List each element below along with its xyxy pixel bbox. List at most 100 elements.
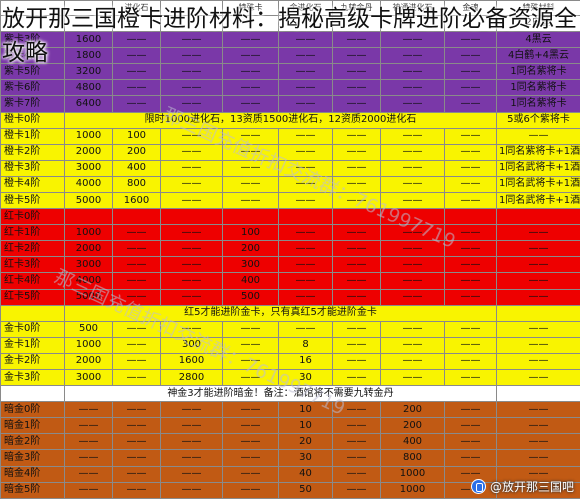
table-cell: ——: [112, 481, 161, 499]
table-cell: ——: [332, 352, 381, 371]
table-cell: ——: [278, 256, 333, 274]
special-material-cell: [496, 304, 580, 322]
table-cell: [160, 208, 223, 226]
table-cell: ——: [444, 127, 497, 145]
table-cell: ——: [332, 336, 381, 354]
tieba-icon: [470, 479, 486, 494]
table-cell: 3000: [64, 159, 113, 177]
table-cell: ——: [64, 417, 113, 435]
table-cell: ——: [380, 256, 445, 274]
table-cell: 200: [380, 417, 445, 435]
note-cell: 限时1000进化石，13资质1500进化石，12资质2000进化石: [64, 111, 497, 129]
table-cell: ——: [444, 272, 497, 290]
row-label-cell: 橙卡2阶: [0, 143, 65, 161]
table-cell: 1000: [64, 127, 113, 145]
table-cell: ——: [222, 320, 279, 338]
table-cell: ——: [112, 272, 161, 290]
table-cell: ——: [332, 191, 381, 210]
table-cell: 1同名紫将卡: [496, 95, 580, 113]
table-cell: 3000: [64, 368, 113, 387]
table-row: 红卡2阶 2000 —— —— 200 —— —— —— —— ——: [0, 240, 580, 258]
row-label-cell: 暗金2阶: [0, 433, 65, 451]
table-row: 暗金0阶 —— —— —— —— 10 —— 200 —— ——: [0, 401, 580, 419]
table-cell: 400: [222, 272, 279, 290]
table-cell: ——: [332, 256, 381, 274]
table-cell: ——: [112, 256, 161, 274]
table-cell: 8: [278, 336, 333, 354]
table-cell: 800: [380, 449, 445, 467]
table-cell: ——: [160, 288, 223, 306]
table-cell: 1000: [64, 224, 113, 242]
table-cell: ——: [444, 352, 497, 371]
table-cell: 3000: [64, 256, 113, 274]
table-cell: ——: [278, 191, 333, 210]
table-cell: ——: [112, 288, 161, 306]
table-cell: ——: [160, 320, 223, 338]
table-cell: ——: [444, 288, 497, 306]
table-cell: ——: [64, 401, 113, 419]
table-cell: ——: [112, 417, 161, 435]
table-cell: ——: [496, 320, 580, 338]
table-cell: ——: [222, 95, 279, 113]
table-cell: ——: [112, 352, 161, 371]
table-cell: ——: [380, 336, 445, 354]
table-cell: ——: [496, 433, 580, 451]
row-label-cell: 红卡1阶: [0, 224, 65, 242]
table-cell: ——: [222, 481, 279, 499]
note-cell: 红5才能进阶金卡，只有真红5才能进阶金卡: [64, 304, 497, 322]
table-cell: ——: [444, 417, 497, 435]
row-label-cell: 红卡0阶: [0, 208, 65, 226]
table-cell: ——: [380, 224, 445, 242]
table-cell: ——: [496, 336, 580, 354]
table-cell: ——: [160, 465, 223, 483]
table-cell: ——: [160, 401, 223, 419]
table-cell: ——: [444, 320, 497, 338]
table-cell: ——: [444, 401, 497, 419]
logo-text: @放开那三国吧: [489, 480, 574, 494]
table-cell: 50: [278, 481, 333, 499]
table-cell: ——: [160, 256, 223, 274]
table-cell: 20: [278, 433, 333, 451]
table-cell: ——: [444, 224, 497, 242]
table-row: 金卡1阶 1000 —— 300 —— 8 —— —— —— ——: [0, 336, 580, 354]
table-cell: ——: [278, 320, 333, 338]
table-cell: ——: [380, 175, 445, 193]
table-cell: ——: [332, 143, 381, 161]
table-cell: ——: [444, 240, 497, 258]
row-label-cell: 金卡2阶: [0, 352, 65, 371]
table-cell: ——: [112, 320, 161, 338]
table-row: 红卡0阶: [0, 208, 580, 226]
tieba-logo: @放开那三国吧: [470, 478, 574, 495]
table-cell: 2800: [160, 368, 223, 387]
table-cell: ——: [444, 175, 497, 193]
table-cell: ——: [380, 352, 445, 371]
row-label-cell: 暗金3阶: [0, 449, 65, 467]
table-cell: ——: [496, 224, 580, 242]
table-cell: 400: [112, 159, 161, 177]
table-cell: ——: [64, 481, 113, 499]
table-cell: [332, 208, 381, 226]
table-cell: ——: [278, 240, 333, 258]
row-label-cell: 橙卡1阶: [0, 127, 65, 145]
row-label-cell: 紫卡7阶: [0, 95, 65, 113]
table-cell: [444, 208, 497, 226]
table-row: 暗金3阶 —— —— —— —— 30 —— 800 —— ——: [0, 449, 580, 467]
table-cell: ——: [496, 401, 580, 419]
table-cell: ——: [444, 143, 497, 161]
table-cell: ——: [332, 240, 381, 258]
table-cell: 16: [278, 352, 333, 371]
table-cell: ——: [160, 143, 223, 161]
table-cell: ——: [278, 79, 333, 97]
table-cell: 2000: [64, 352, 113, 371]
row-label-cell: 橙卡5阶: [0, 191, 65, 210]
table-cell: ——: [444, 256, 497, 274]
table-cell: ——: [112, 224, 161, 242]
table-cell: ——: [496, 256, 580, 274]
table-cell: ——: [496, 417, 580, 435]
row-label-cell: 暗金1阶: [0, 417, 65, 435]
table-cell: ——: [160, 481, 223, 499]
table-cell: ——: [332, 417, 381, 435]
table-cell: ——: [444, 95, 497, 113]
table-cell: ——: [278, 127, 333, 145]
table-cell: ——: [444, 191, 497, 210]
